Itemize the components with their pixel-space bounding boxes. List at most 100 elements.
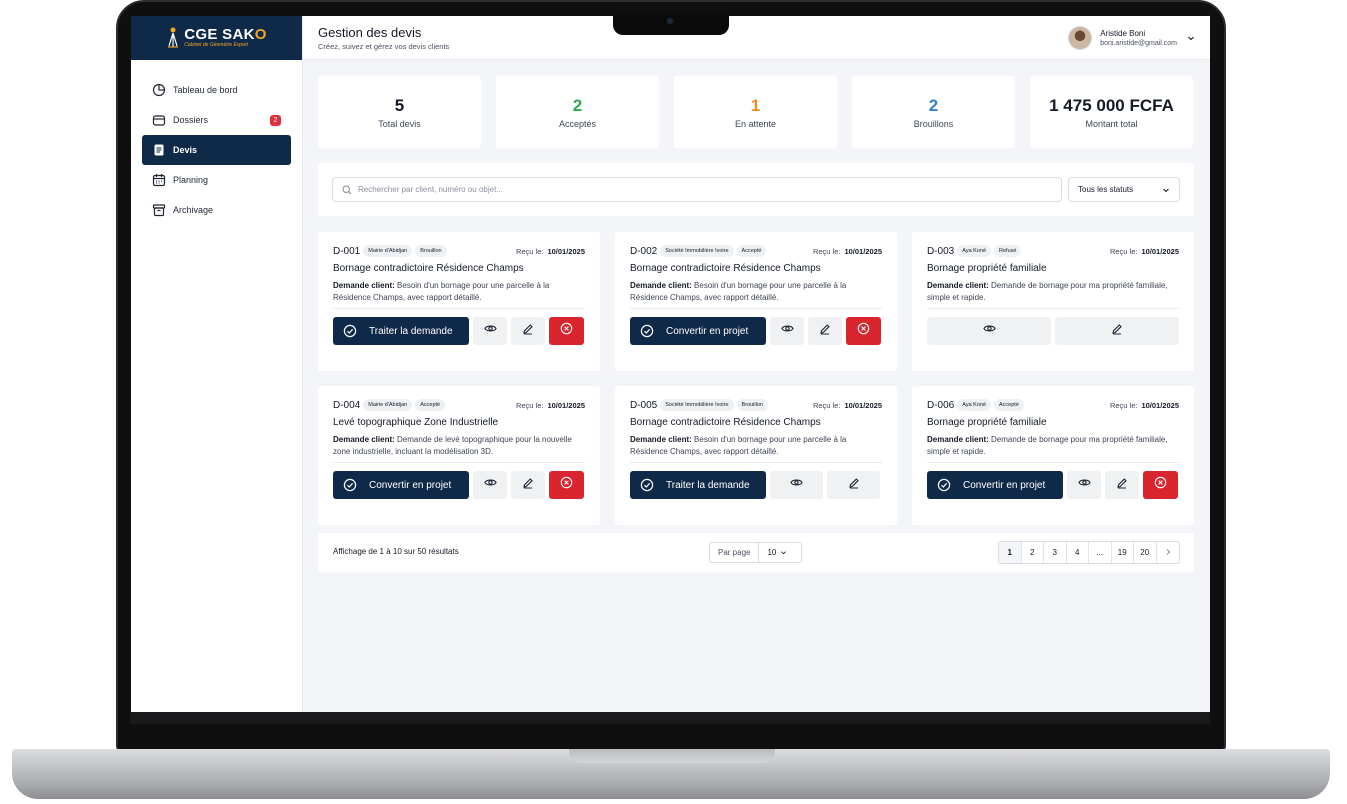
brand-name: CGE SAKO <box>184 26 267 43</box>
client-request-label: Demande client: <box>927 281 989 290</box>
view-button[interactable] <box>473 317 507 345</box>
client-request-label: Demande client: <box>333 435 395 444</box>
camera-notch <box>613 15 729 35</box>
card-header: D-005 Société Immobilière Ivoire Brouillon… <box>630 398 882 412</box>
check-circle-icon <box>343 478 357 492</box>
quote-title: Bornage contradictoire Résidence Champs <box>630 263 821 274</box>
top-header: Gestion des devis Créez, suivez et gérez… <box>303 16 1210 60</box>
received-date: Reçu le: 10/01/2025 <box>1110 247 1179 256</box>
divider <box>630 462 882 463</box>
status-badge: Accepté <box>415 399 446 411</box>
page-link[interactable]: 2 <box>1021 542 1044 563</box>
client-request: Demande client: Besoin d'un bornage pour… <box>630 434 882 458</box>
quote-id: D-005 <box>630 399 658 411</box>
divider <box>630 308 882 309</box>
page-link[interactable]: 3 <box>1044 542 1067 563</box>
sidebar-item-label: Tableau de bord <box>173 85 238 95</box>
stat-value: 5 <box>394 96 405 115</box>
per-page-select[interactable]: Par page 10 <box>709 542 802 563</box>
results-info: Affichage de 1 à 10 sur 50 résultats <box>333 547 459 556</box>
sidebar-item-tableau-de-bord[interactable]: Tableau de bord <box>142 75 291 105</box>
page-title: Gestion des devis <box>318 25 422 40</box>
sidebar-item-archivage[interactable]: Archivage <box>142 195 291 225</box>
chevron-down-icon <box>1163 188 1169 192</box>
page-link[interactable]: 1 <box>999 542 1022 563</box>
received-label: Reçu le: <box>515 400 544 410</box>
edit-button[interactable] <box>1055 317 1179 345</box>
edit-button[interactable] <box>827 471 880 499</box>
convert-to-project-button[interactable]: Convertir en projet <box>927 471 1063 499</box>
search-placeholder: Rechercher par client, numéro ou objet..… <box>358 185 503 194</box>
per-page-value: 10 <box>759 548 795 557</box>
app-screen: CGE SAKO Cabinet de Géomètre Expert Tabl… <box>131 16 1210 712</box>
client-tag: Aya Koné <box>957 245 992 257</box>
stat-label: En attente <box>734 119 777 129</box>
cancel-button[interactable] <box>549 471 584 499</box>
camera-icon <box>667 18 673 24</box>
sidebar-item-planning[interactable]: Planning <box>142 165 291 195</box>
quote-id: D-003 <box>927 245 955 257</box>
card-actions: Traiter la demande <box>630 471 882 499</box>
page-link[interactable]: 19 <box>1111 542 1134 563</box>
view-button[interactable] <box>770 317 804 345</box>
pencil-icon <box>522 476 534 494</box>
cancel-button[interactable] <box>549 317 584 345</box>
page-link[interactable]: 20 <box>1134 542 1157 563</box>
client-request-label: Demande client: <box>630 435 692 444</box>
brand-logo[interactable]: CGE SAKO Cabinet de Géomètre Expert <box>131 16 302 60</box>
sidebar-item-label: Planning <box>173 175 209 185</box>
convert-to-project-button[interactable]: Convertir en projet <box>333 471 469 499</box>
cancel-button[interactable] <box>846 317 881 345</box>
card-header: D-001 Mairie d'Abidjan Brouillon Reçu le: 10… <box>333 244 585 258</box>
pagination-bar: Affichage de 1 à 10 sur 50 résultats Par… <box>318 533 1194 572</box>
eye-icon <box>790 476 803 494</box>
divider <box>333 462 585 463</box>
view-button[interactable] <box>927 317 1051 345</box>
client-request: Demande client: Demande de bornage pour … <box>927 434 1179 458</box>
edit-button[interactable] <box>511 317 545 345</box>
sidebar-item-dossiers[interactable]: Dossiers 2 <box>142 105 291 135</box>
card-actions <box>927 317 1179 345</box>
user-menu[interactable]: Aristide Boni boni.aristide@gmail.com <box>1068 26 1195 50</box>
edit-button[interactable] <box>1105 471 1139 499</box>
view-button[interactable] <box>1067 471 1101 499</box>
quote-card: D-003 Aya Koné Refusé Reçu le: 10/01/2025 Bor… <box>912 232 1194 371</box>
search-input[interactable]: Rechercher par client, numéro ou objet..… <box>332 177 1062 202</box>
next-page-button[interactable] <box>1156 542 1179 563</box>
edit-button[interactable] <box>511 471 545 499</box>
view-button[interactable] <box>770 471 823 499</box>
card-header: D-002 Société Immobilière Ivoire Accepté Re… <box>630 244 882 258</box>
sidebar-item-devis[interactable]: Devis <box>142 135 291 165</box>
received-date: Reçu le: 10/01/2025 <box>1110 401 1179 410</box>
laptop-hinge <box>569 749 775 763</box>
client-request-label: Demande client: <box>333 281 395 290</box>
pie-chart-icon <box>152 83 166 97</box>
card-header: D-004 Mairie d'Abidjan Accepté Reçu le: 10/0… <box>333 398 585 412</box>
convert-to-project-button[interactable]: Convertir en projet <box>630 317 766 345</box>
status-filter-select[interactable]: Tous les statuts <box>1068 177 1180 202</box>
screen-bezel <box>130 712 1210 724</box>
process-request-button[interactable]: Traiter la demande <box>630 471 766 499</box>
process-request-button[interactable]: Traiter la demande <box>333 317 469 345</box>
client-request: Demande client: Demande de bornage pour … <box>927 280 1179 304</box>
folder-icon <box>152 113 166 127</box>
button-label: Convertir en projet <box>666 325 749 337</box>
per-page-label: Par page <box>710 543 760 562</box>
view-button[interactable] <box>473 471 507 499</box>
received-label: Reçu le: <box>515 246 544 256</box>
chevron-down-icon[interactable] <box>1187 34 1195 42</box>
cancel-button[interactable] <box>1143 471 1178 499</box>
client-request: Demande client: Besoin d'un bornage pour… <box>630 280 882 304</box>
button-label: Traiter la demande <box>369 325 453 337</box>
close-circle-icon <box>560 476 573 494</box>
stat-total-devis: 5 Total devis <box>318 76 481 148</box>
sidebar: CGE SAKO Cabinet de Géomètre Expert Tabl… <box>131 16 303 712</box>
sidebar-nav: Tableau de bord Dossiers 2 Devis Plannin… <box>131 60 302 240</box>
filter-bar: Rechercher par client, numéro ou objet..… <box>318 163 1194 216</box>
stat-value: 2 <box>928 96 939 115</box>
quote-id: D-004 <box>333 399 361 411</box>
check-circle-icon <box>640 324 654 338</box>
received-date: Reçu le: 10/01/2025 <box>516 401 585 410</box>
edit-button[interactable] <box>808 317 842 345</box>
page-link[interactable]: 4 <box>1066 542 1089 563</box>
